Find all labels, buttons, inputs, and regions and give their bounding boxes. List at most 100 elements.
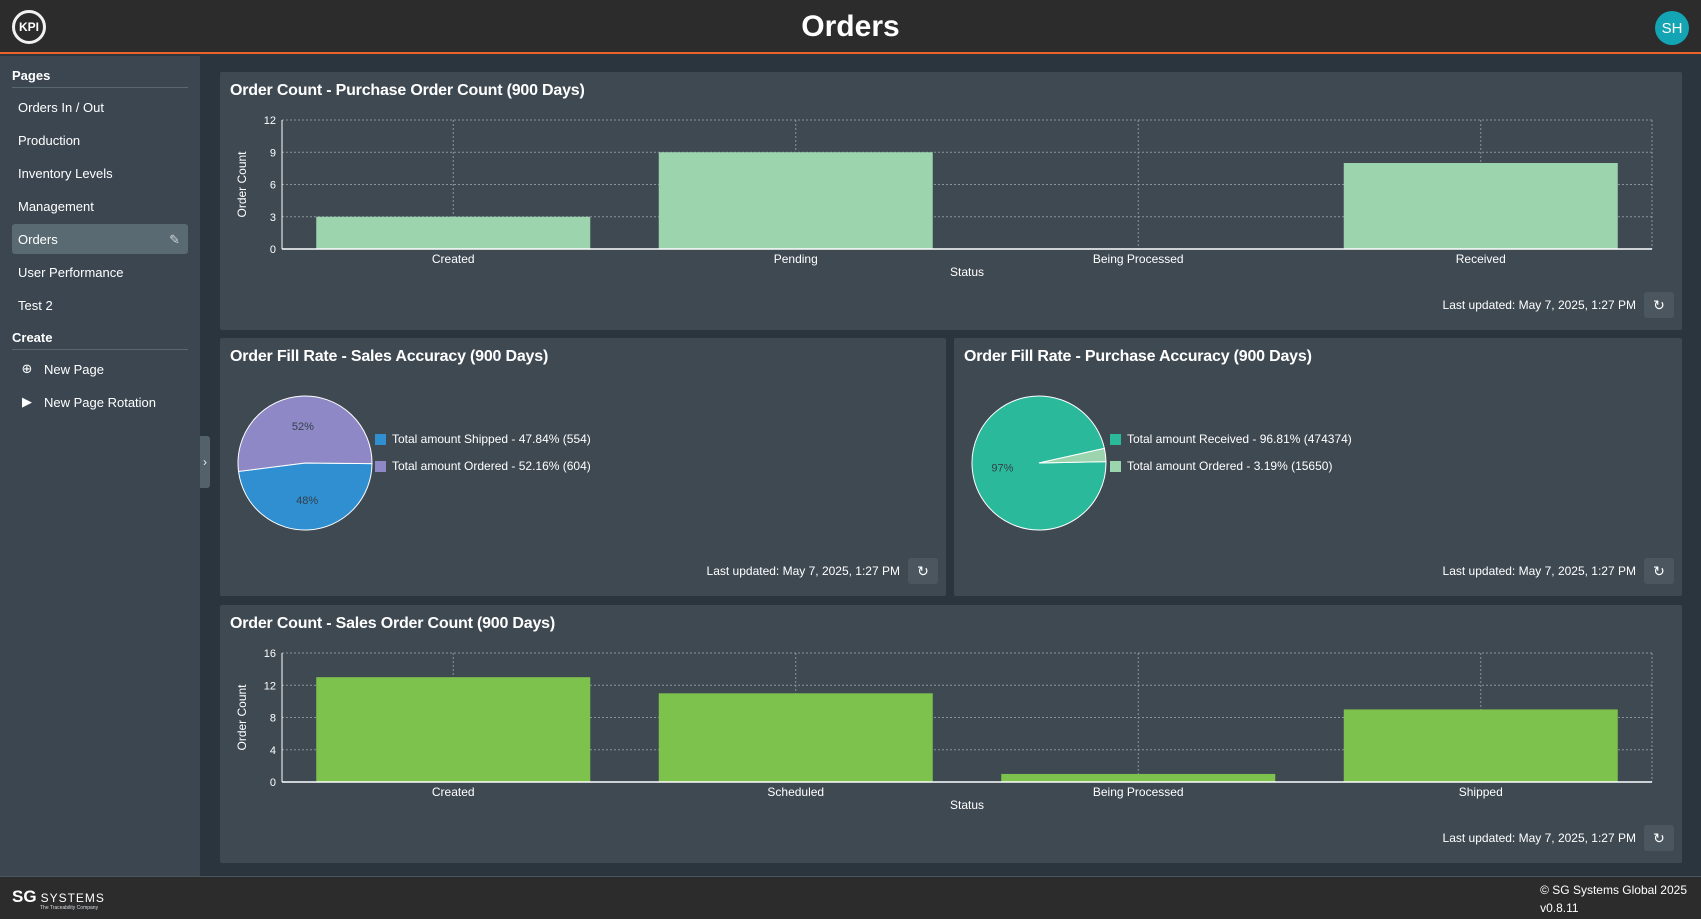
last-updated-text: Last updated: May 7, 2025, 1:27 PM [1442,831,1636,845]
legend-swatch [375,460,386,472]
legend-item[interactable]: Total amount Ordered - 52.16% (604) [375,459,591,473]
sidebar-pages-list: Orders In / Out Production Inventory Lev… [12,92,188,320]
purchase-accuracy-pie-chart: 97% [971,395,1107,531]
refresh-icon: ↻ [1653,296,1665,313]
purchase-accuracy-card: Order Fill Rate - Purchase Accuracy (900… [954,338,1682,596]
refresh-button[interactable]: ↻ [908,558,938,584]
sales-order-count-chart: 0 4 8 12 16 Created Scheduled Being Processed Sh… [235,648,1653,812]
bar [658,693,933,782]
sidebar-item-label: Management [18,198,94,214]
plus-circle-icon: ⊕ [21,361,33,376]
y-tick-label: 6 [270,180,276,192]
x-tick-label: Scheduled [767,785,824,799]
copyright: © SG Systems Global 2025 v0.8.11 [1540,881,1687,917]
sales-order-count-card: Order Count - Sales Order Count (900 Day… [220,605,1682,863]
x-tick-label: Pending [774,252,818,266]
create-heading: Create [12,328,188,350]
refresh-icon: ↻ [917,562,929,579]
refresh-button[interactable]: ↻ [1644,292,1674,318]
bar [316,677,591,782]
y-tick-label: 0 [270,777,276,789]
x-tick-label: Received [1456,252,1506,266]
edit-pencil-icon[interactable]: ✎ [169,232,180,248]
x-tick-label: Being Processed [1093,252,1184,266]
legend-swatch [375,433,386,445]
y-tick-label: 4 [270,745,276,757]
pie-pct-label: 97% [991,462,1013,474]
sidebar-item-orders[interactable]: Orders ✎ [12,224,188,254]
play-icon: ▶ [22,394,32,409]
copyright-text: © SG Systems Global 2025 [1540,883,1687,897]
brand-systems: SYSTEMS [40,891,105,905]
purchase-order-count-card: Order Count - Purchase Order Count (900 … [220,72,1682,330]
avatar[interactable]: SH [1655,11,1689,45]
sidebar-item-test-2[interactable]: Test 2 [12,290,188,320]
last-updated-text: Last updated: May 7, 2025, 1:27 PM [706,564,900,578]
bar [658,152,933,249]
new-page-label: New Page [44,361,104,377]
y-tick-label: 0 [270,244,276,256]
y-axis-label: Order Count [235,684,249,751]
x-axis-label: Status [950,265,984,279]
bar [1343,163,1618,249]
bar [1001,773,1276,782]
refresh-button[interactable]: ↻ [1644,558,1674,584]
x-tick-label: Created [432,785,475,799]
card-title: Order Fill Rate - Purchase Accuracy (900… [964,348,1312,365]
pie-slice [237,395,373,472]
last-updated-text: Last updated: May 7, 2025, 1:27 PM [1442,564,1636,578]
sales-accuracy-card: Order Fill Rate - Sales Accuracy (900 Da… [220,338,946,596]
legend-item[interactable]: Total amount Received - 96.81% (474374) [1110,432,1352,446]
legend-label: Total amount Received - 96.81% (474374) [1127,432,1352,446]
sidebar: Pages Orders In / Out Production Invento… [0,56,200,876]
sidebar-item-label: Orders [18,231,58,247]
sg-systems-logo: SG SYSTEMS [12,887,105,907]
y-tick-label: 3 [270,212,276,224]
footer: SG SYSTEMS The Traceability Company © SG … [0,876,1701,919]
pie-pct-label: 48% [296,495,318,507]
last-updated-text: Last updated: May 7, 2025, 1:27 PM [1442,298,1636,312]
chevron-right-icon: › [203,455,207,469]
sidebar-item-label: Orders In / Out [18,99,104,115]
x-tick-label: Being Processed [1093,785,1184,799]
legend-item[interactable]: Total amount Ordered - 3.19% (15650) [1110,459,1332,473]
x-axis-label: Status [950,798,984,812]
sidebar-item-orders-in-out[interactable]: Orders In / Out [12,92,188,122]
pages-heading: Pages [12,66,188,88]
y-axis-label: Order Count [235,151,249,218]
y-tick-label: 16 [264,648,276,660]
bar [1343,709,1618,782]
sidebar-item-label: Inventory Levels [18,165,113,181]
sidebar-item-inventory-levels[interactable]: Inventory Levels [12,158,188,188]
refresh-button[interactable]: ↻ [1644,825,1674,851]
legend-label: Total amount Shipped - 47.84% (554) [392,432,591,446]
card-title: Order Fill Rate - Sales Accuracy (900 Da… [230,348,549,365]
x-tick-label: Created [432,252,475,266]
refresh-icon: ↻ [1653,829,1665,846]
sales-accuracy-pie-chart: 48% 52% [237,395,373,531]
purchase-order-count-chart: 0 3 6 9 12 Created Pending Being Processed Recei… [235,115,1653,279]
y-tick-label: 9 [270,147,276,159]
sidebar-item-label: Production [18,132,81,148]
new-page-button[interactable]: ⊕ New Page [12,354,188,384]
top-bar: KPI Orders SH [0,0,1701,54]
refresh-icon: ↻ [1653,562,1665,579]
sidebar-item-production[interactable]: Production [12,125,188,155]
brand-tagline: The Traceability Company [40,905,99,911]
sidebar-collapse-toggle[interactable]: › [200,436,210,488]
card-title: Order Count - Sales Order Count (900 Day… [230,615,556,632]
legend-swatch [1110,433,1121,445]
new-page-rotation-button[interactable]: ▶ New Page Rotation [12,387,188,417]
page-title: Orders [801,10,900,43]
sidebar-item-user-performance[interactable]: User Performance [12,257,188,287]
sidebar-item-management[interactable]: Management [12,191,188,221]
legend-label: Total amount Ordered - 52.16% (604) [392,459,591,473]
new-page-rotation-label: New Page Rotation [44,394,157,410]
y-tick-label: 8 [270,713,276,725]
x-tick-label: Shipped [1459,785,1503,799]
y-tick-label: 12 [264,115,276,127]
pie-pct-label: 52% [292,421,314,433]
version-text: v0.8.11 [1540,901,1579,915]
y-tick-label: 12 [264,680,276,692]
legend-item[interactable]: Total amount Shipped - 47.84% (554) [375,432,591,446]
